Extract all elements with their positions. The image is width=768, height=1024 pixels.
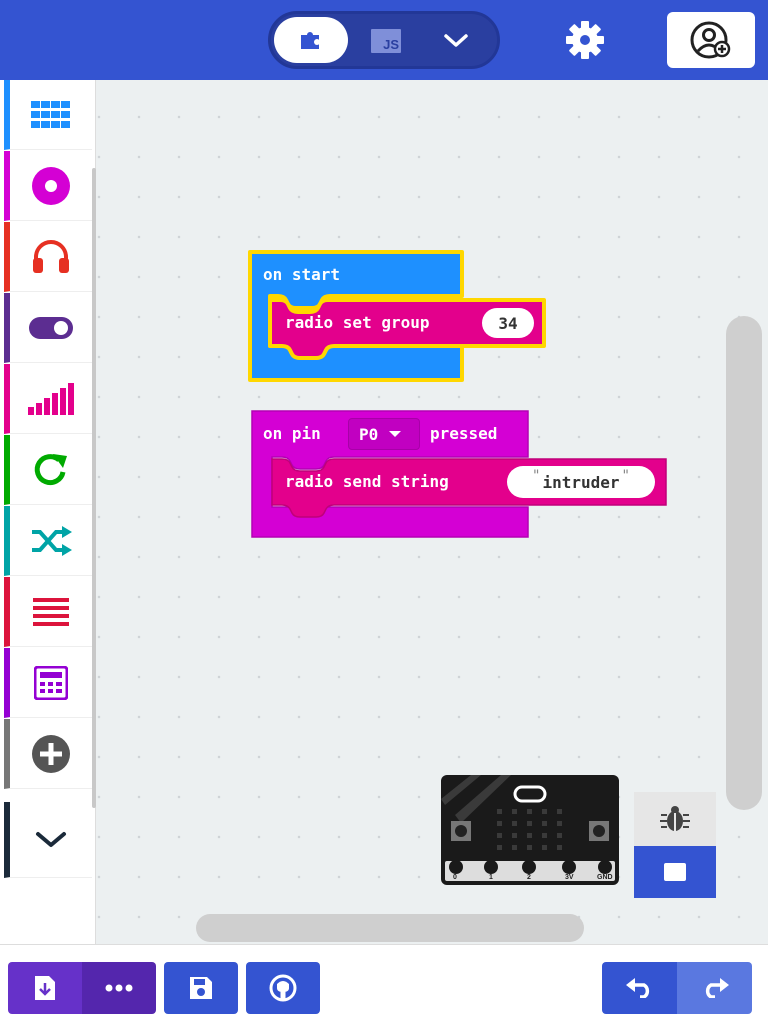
user-add-icon <box>690 21 731 59</box>
redo-button[interactable] <box>677 962 752 1014</box>
pin-label-2: 2 <box>527 874 531 881</box>
gear-icon <box>566 21 604 59</box>
quote-close-icon: " <box>621 468 630 484</box>
undo-button[interactable] <box>602 962 677 1014</box>
signal-icon <box>28 382 74 415</box>
chevron-down-icon <box>36 831 66 847</box>
toolbox-category-extensions[interactable] <box>4 719 92 789</box>
pin-label-1: 1 <box>489 874 493 881</box>
pin-dropdown[interactable]: P0 <box>348 418 420 450</box>
pin-label-3v: 3V <box>565 874 574 881</box>
debug-button[interactable] <box>634 792 716 846</box>
toolbox <box>0 80 96 944</box>
stop-simulator-button[interactable] <box>634 846 716 898</box>
microbit-simulator[interactable] <box>441 775 619 885</box>
pressed-label: pressed <box>430 424 498 443</box>
toolbox-category-variables[interactable] <box>4 577 92 647</box>
save-icon <box>190 977 212 999</box>
editor-toggle: JS <box>268 11 500 69</box>
pin-label-0: 0 <box>453 874 457 881</box>
js-icon: JS <box>371 29 401 53</box>
radio-send-string-label: radio send string <box>285 472 449 491</box>
undo-icon <box>625 978 649 998</box>
redo-icon <box>705 978 729 998</box>
toolbox-category-math[interactable] <box>4 648 92 718</box>
pin-dropdown-value: P0 <box>359 424 379 444</box>
toolbox-category-basic[interactable] <box>4 80 92 150</box>
blocks-icon <box>301 32 320 49</box>
github-button[interactable] <box>246 962 320 1014</box>
workspace-horizontal-scrollbar[interactable] <box>196 914 584 942</box>
save-button[interactable] <box>164 962 238 1014</box>
toolbox-category-radio[interactable] <box>4 364 92 434</box>
toggle-icon <box>29 316 73 339</box>
editor-more-tab[interactable] <box>431 22 481 60</box>
group-number-value: 34 <box>498 313 518 333</box>
user-button[interactable] <box>667 12 755 68</box>
download-icon <box>35 976 55 1000</box>
plus-circle-icon <box>32 734 70 773</box>
toolbox-category-input[interactable] <box>4 151 92 221</box>
stop-icon <box>664 863 686 881</box>
string-input[interactable]: " intruder " <box>507 466 655 498</box>
loop-icon <box>34 453 67 485</box>
bottom-bar <box>0 944 768 1024</box>
blocks-tab[interactable] <box>274 17 348 63</box>
github-icon <box>269 974 297 1002</box>
toolbox-category-led[interactable] <box>4 293 92 363</box>
bug-icon <box>660 806 690 831</box>
settings-button[interactable] <box>557 14 613 66</box>
toolbox-category-logic[interactable] <box>4 506 92 576</box>
javascript-tab[interactable]: JS <box>361 22 411 60</box>
download-button[interactable] <box>8 962 82 1014</box>
target-icon <box>32 166 70 205</box>
download-more-button[interactable] <box>82 962 156 1014</box>
calculator-icon <box>34 665 68 700</box>
toolbox-category-advanced[interactable] <box>4 802 92 878</box>
shuffle-icon <box>32 525 72 556</box>
on-pin-label: on pin <box>263 424 321 443</box>
header: JS <box>0 0 768 80</box>
js-label: JS <box>383 37 399 52</box>
radio-set-group-label: radio set group <box>285 313 430 332</box>
headphones-icon <box>33 239 69 273</box>
group-number-input[interactable]: 34 <box>482 308 534 338</box>
toolbox-category-loops[interactable] <box>4 435 92 505</box>
quote-open-icon: " <box>532 468 541 484</box>
chevron-down-icon <box>444 34 468 47</box>
dots-icon <box>105 984 133 992</box>
pin-label-gnd: GND <box>597 874 613 881</box>
caret-down-icon <box>389 431 402 437</box>
lines-icon <box>33 597 69 626</box>
toolbox-category-music[interactable] <box>4 222 92 292</box>
workspace-vertical-scrollbar[interactable] <box>726 316 762 810</box>
on-start-label: on start <box>263 265 341 284</box>
grid-icon <box>31 100 70 128</box>
string-value: intruder <box>542 472 620 492</box>
